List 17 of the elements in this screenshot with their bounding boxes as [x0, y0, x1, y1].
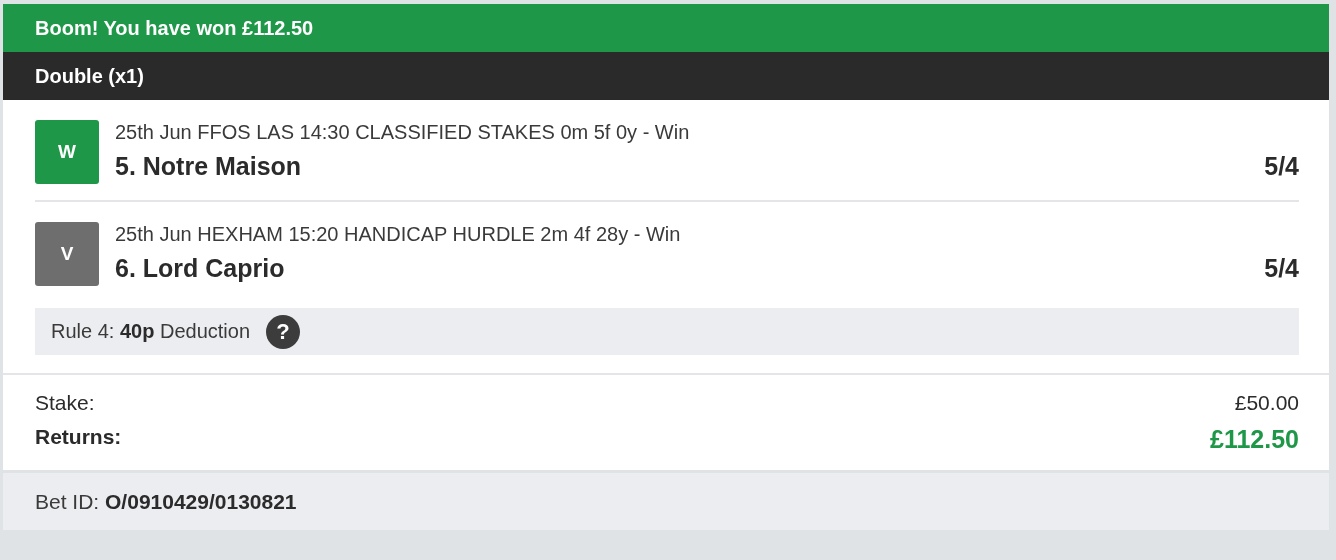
returns-label: Returns: [35, 425, 122, 450]
rule-4-text: Rule 4: 40p Deduction [51, 320, 251, 343]
event-description: 25th Jun FFOS LAS 14:30 CLASSIFIED STAKES 0m 5f 0y - Win [115, 121, 691, 144]
win-banner: Boom! You have won £112.50 [3, 4, 1329, 52]
event-description: 25th Jun HEXHAM 15:20 HANDICAP HURDLE 2m 4f 28y - Win [115, 223, 682, 246]
stake-amount: £50.00 [1234, 391, 1299, 415]
bet-id: Bet ID: O/0910429/0130821 [35, 489, 297, 514]
odds: 5/4 [1264, 254, 1299, 283]
selection-name: 5. Notre Maison [115, 152, 302, 181]
bet-type-header: Double (x1) [3, 52, 1329, 100]
result-badge: V [35, 222, 99, 286]
selection-name: 6. Lord Caprio [115, 254, 285, 283]
returns-amount: £112.50 [1210, 425, 1299, 454]
odds: 5/4 [1264, 152, 1299, 181]
stake-label: Stake: [35, 391, 95, 415]
result-badge: W [35, 120, 99, 184]
help-button[interactable]: ? [266, 314, 301, 349]
